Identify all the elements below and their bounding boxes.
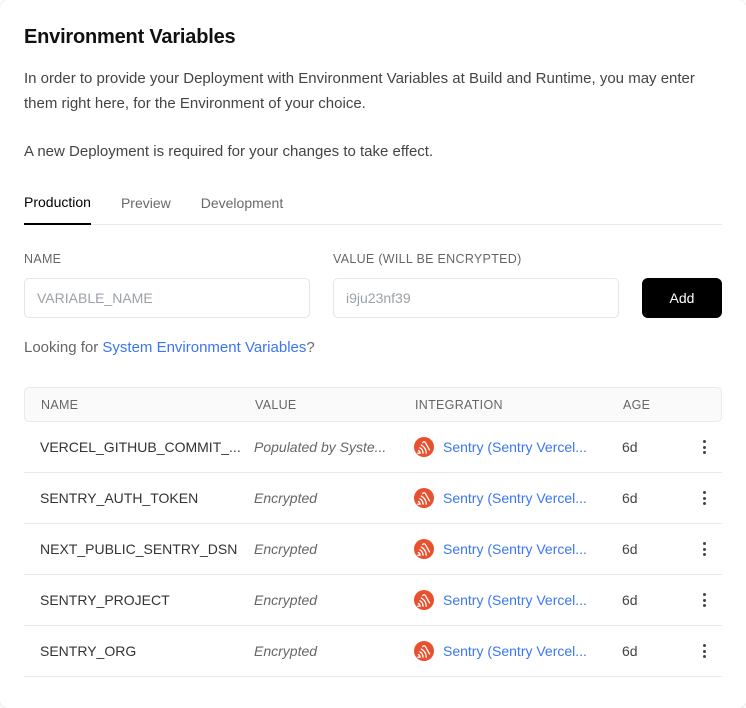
value-field-label: VALUE (WILL BE ENCRYPTED) [333, 252, 619, 266]
env-variable-row: SENTRY_AUTH_TOKEN Encrypted Sentry (Sent… [24, 473, 722, 524]
variable-name-cell: SENTRY_AUTH_TOKEN [24, 490, 254, 506]
variable-value-input[interactable] [333, 278, 619, 318]
integration-link[interactable]: Sentry (Sentry Vercel... [443, 439, 587, 455]
row-menu-cell [686, 436, 722, 458]
value-field-group: VALUE (WILL BE ENCRYPTED) [333, 252, 619, 318]
name-field-group: NAME [24, 252, 310, 318]
sentry-icon [414, 641, 434, 661]
integration-cell: Sentry (Sentry Vercel... [414, 641, 622, 661]
kebab-menu-icon[interactable] [695, 487, 714, 509]
integration-cell: Sentry (Sentry Vercel... [414, 590, 622, 610]
variable-age-cell: 6d [622, 541, 686, 557]
column-header-age: AGE [623, 398, 687, 412]
redeploy-note-text: A new Deployment is required for your ch… [24, 139, 722, 164]
variable-value-cell: Encrypted [254, 643, 414, 659]
integration-cell: Sentry (Sentry Vercel... [414, 437, 622, 457]
kebab-menu-icon[interactable] [695, 589, 714, 611]
variable-value-cell: Populated by Syste... [254, 439, 414, 455]
column-header-value: VALUE [255, 398, 415, 412]
row-menu-cell [686, 589, 722, 611]
integration-cell: Sentry (Sentry Vercel... [414, 488, 622, 508]
row-menu-cell [686, 640, 722, 662]
sentry-icon [414, 488, 434, 508]
env-variable-row: SENTRY_ORG Encrypted Sentry (Sentry Verc… [24, 626, 722, 677]
tab-development[interactable]: Development [201, 186, 284, 224]
variable-name-cell: NEXT_PUBLIC_SENTRY_DSN [24, 541, 254, 557]
page-title: Environment Variables [24, 26, 722, 49]
integration-link[interactable]: Sentry (Sentry Vercel... [443, 490, 587, 506]
row-menu-cell [686, 538, 722, 560]
env-variable-row: VERCEL_GITHUB_COMMIT_... Populated by Sy… [24, 422, 722, 473]
env-variables-table: NAME VALUE INTEGRATION AGE VERCEL_GITHUB… [24, 387, 722, 677]
system-env-prefix: Looking for [24, 339, 102, 356]
kebab-menu-icon[interactable] [695, 436, 714, 458]
variable-value-cell: Encrypted [254, 490, 414, 506]
row-menu-cell [686, 487, 722, 509]
variable-name-input[interactable] [24, 278, 310, 318]
tab-preview[interactable]: Preview [121, 186, 171, 224]
variable-value-cell: Encrypted [254, 592, 414, 608]
env-variable-row: SENTRY_PROJECT Encrypted Sentry (Sentry … [24, 575, 722, 626]
tab-production[interactable]: Production [24, 186, 91, 225]
environment-variables-panel: Environment Variables In order to provid… [0, 0, 746, 708]
table-header-row: NAME VALUE INTEGRATION AGE [24, 387, 722, 422]
add-button[interactable]: Add [642, 278, 722, 318]
column-header-integration: INTEGRATION [415, 398, 623, 412]
env-table-body: VERCEL_GITHUB_COMMIT_... Populated by Sy… [24, 422, 722, 677]
variable-name-cell: VERCEL_GITHUB_COMMIT_... [24, 439, 254, 455]
integration-link[interactable]: Sentry (Sentry Vercel... [443, 643, 587, 659]
sentry-icon [414, 590, 434, 610]
integration-cell: Sentry (Sentry Vercel... [414, 539, 622, 559]
kebab-menu-icon[interactable] [695, 538, 714, 560]
column-header-name: NAME [25, 398, 255, 412]
env-variable-row: NEXT_PUBLIC_SENTRY_DSN Encrypted Sentry … [24, 524, 722, 575]
integration-link[interactable]: Sentry (Sentry Vercel... [443, 541, 587, 557]
variable-name-cell: SENTRY_ORG [24, 643, 254, 659]
add-variable-form: NAME VALUE (WILL BE ENCRYPTED) Add [24, 252, 722, 318]
variable-age-cell: 6d [622, 592, 686, 608]
variable-name-cell: SENTRY_PROJECT [24, 592, 254, 608]
system-env-link[interactable]: System Environment Variables [102, 339, 306, 356]
sentry-icon [414, 437, 434, 457]
system-env-line: Looking for System Environment Variables… [24, 339, 722, 356]
system-env-suffix: ? [306, 339, 314, 356]
variable-age-cell: 6d [622, 490, 686, 506]
kebab-menu-icon[interactable] [695, 640, 714, 662]
name-field-label: NAME [24, 252, 310, 266]
variable-age-cell: 6d [622, 439, 686, 455]
sentry-icon [414, 539, 434, 559]
integration-link[interactable]: Sentry (Sentry Vercel... [443, 592, 587, 608]
variable-value-cell: Encrypted [254, 541, 414, 557]
description-text: In order to provide your Deployment with… [24, 66, 722, 116]
environment-tabs: Production Preview Development [24, 186, 722, 225]
variable-age-cell: 6d [622, 643, 686, 659]
